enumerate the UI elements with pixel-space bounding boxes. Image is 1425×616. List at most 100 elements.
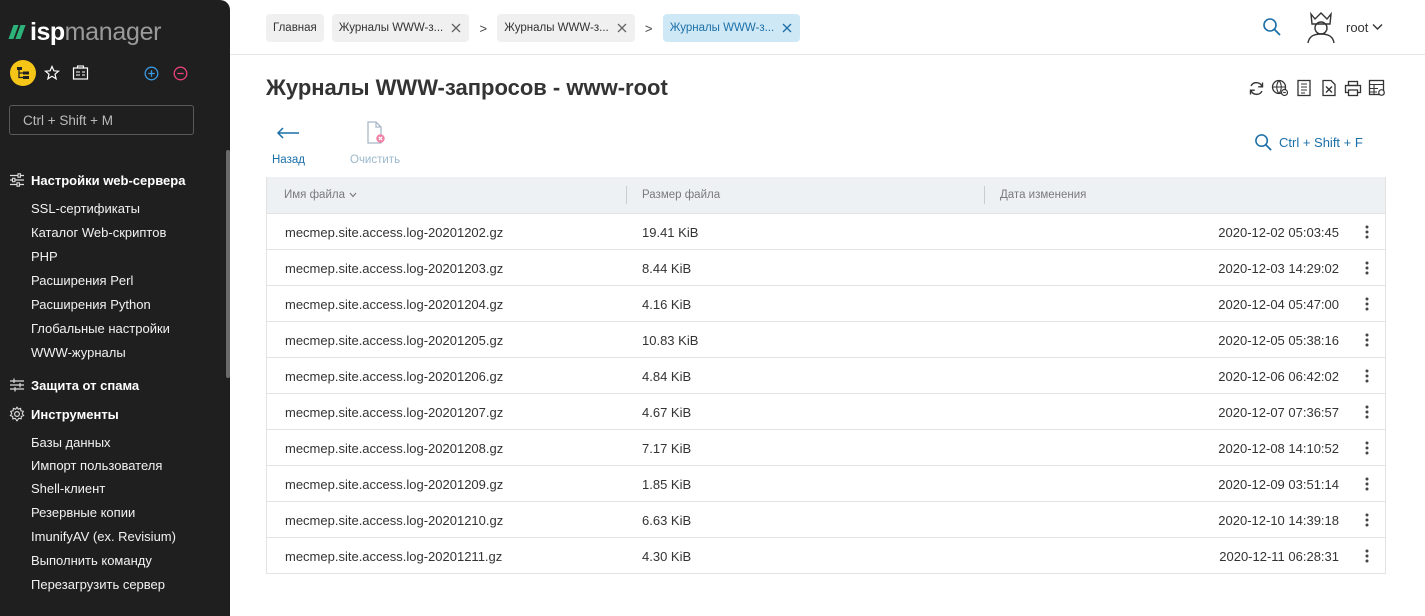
user-name: root	[1346, 19, 1369, 35]
sidebar-item-global-settings[interactable]: Глобальные настройки	[0, 317, 226, 341]
table-row[interactable]: mecmep.site.access.log-20201203.gz 8.44 …	[267, 249, 1385, 285]
file-name: mecmep.site.access.log-20201204.gz	[285, 296, 504, 312]
sidebar-item-run-command[interactable]: Выполнить команду	[0, 549, 226, 573]
star-icon	[44, 65, 60, 81]
table-row[interactable]: mecmep.site.access.log-20201210.gz 6.63 …	[267, 501, 1385, 537]
sidebar-item-perl-extensions[interactable]: Расширения Perl	[0, 269, 226, 293]
menu-search-input[interactable]: Ctrl + Shift + M	[9, 105, 194, 135]
logo-mark-icon	[8, 25, 26, 39]
table-row[interactable]: mecmep.site.access.log-20201209.gz 1.85 …	[267, 465, 1385, 501]
row-menu-icon[interactable]	[1359, 286, 1375, 322]
collapse-all-button[interactable]	[171, 64, 189, 82]
sidebar-item-python-extensions[interactable]: Расширения Python	[0, 293, 226, 317]
breadcrumb-label: Главная	[273, 22, 317, 34]
column-header-date[interactable]: Дата изменения	[1000, 177, 1086, 213]
close-icon[interactable]	[616, 22, 628, 34]
file-size: 8.44 KiB	[642, 260, 692, 276]
file-name: mecmep.site.access.log-20201202.gz	[285, 224, 504, 240]
table-row[interactable]: mecmep.site.access.log-20201205.gz 10.83…	[267, 321, 1385, 357]
logo[interactable]: isp manager	[8, 18, 162, 46]
menu-search-placeholder: Ctrl + Shift + M	[23, 112, 114, 128]
row-menu-icon[interactable]	[1359, 394, 1375, 430]
row-menu-icon[interactable]	[1359, 358, 1375, 394]
menu-group-web-server[interactable]: Настройки web-сервера	[0, 168, 226, 192]
sidebar-item-reboot-server[interactable]: Перезагрузить сервер	[0, 573, 226, 597]
filter-button[interactable]: Ctrl + Shift + F	[1254, 131, 1363, 153]
column-header-size[interactable]: Размер файла	[642, 177, 720, 213]
top-bar: Главная Журналы WWW-з... > Журналы WWW-з…	[230, 0, 1425, 55]
log-icon	[1297, 79, 1312, 97]
global-search-button[interactable]	[1262, 17, 1284, 39]
row-menu-icon[interactable]	[1359, 214, 1375, 250]
dashboard-button[interactable]	[71, 64, 89, 82]
breadcrumb-label: Журналы WWW-з...	[338, 22, 444, 34]
row-menu-icon[interactable]	[1359, 502, 1375, 538]
minus-circle-icon	[173, 66, 187, 80]
table-row[interactable]: mecmep.site.access.log-20201211.gz 4.30 …	[267, 537, 1385, 573]
breadcrumb-separator: >	[479, 20, 488, 36]
expand-all-button[interactable]	[142, 64, 160, 82]
chevron-down-icon	[1372, 24, 1383, 30]
sidebar-item-backups[interactable]: Резервные копии	[0, 501, 226, 525]
breadcrumb-home[interactable]: Главная	[266, 14, 324, 42]
sidebar-scrollbar[interactable]	[226, 150, 230, 378]
table-row[interactable]: mecmep.site.access.log-20201206.gz 4.84 …	[267, 357, 1385, 393]
breadcrumb-tab-2[interactable]: Журналы WWW-з...	[497, 14, 635, 42]
sidebar-item-php[interactable]: PHP	[0, 245, 226, 269]
clear-button[interactable]: Очистить	[350, 120, 400, 166]
breadcrumb-label: Журналы WWW-з...	[669, 22, 775, 34]
file-size: 19.41 KiB	[642, 224, 699, 240]
sidebar-item-databases[interactable]: Базы данных	[0, 431, 226, 454]
close-icon[interactable]	[781, 22, 793, 34]
log-button[interactable]	[1294, 78, 1314, 98]
row-menu-icon[interactable]	[1359, 322, 1375, 358]
table-header: Имя файла Размер файла Дата изменения	[267, 177, 1385, 213]
file-name: mecmep.site.access.log-20201210.gz	[285, 512, 504, 528]
sidebar-item-www-logs[interactable]: WWW-журналы	[0, 341, 226, 365]
menu-group-label: Настройки web-сервера	[31, 172, 186, 188]
table-row[interactable]: mecmep.site.access.log-20201204.gz 4.16 …	[267, 285, 1385, 321]
file-name: mecmep.site.access.log-20201208.gz	[285, 440, 504, 456]
column-divider[interactable]	[626, 186, 627, 204]
row-menu-icon[interactable]	[1359, 430, 1375, 466]
favorites-button[interactable]	[43, 64, 61, 82]
file-modified-date: 2020-12-07 07:36:57	[1218, 404, 1339, 420]
avatar	[1307, 11, 1335, 44]
print-button[interactable]	[1343, 78, 1363, 98]
sidebar-item-web-scripts[interactable]: Каталог Web-скриптов	[0, 221, 226, 245]
sidebar: isp manager Ctrl + Shift + M Настройки w…	[0, 0, 230, 616]
table-row[interactable]: mecmep.site.access.log-20201202.gz 19.41…	[267, 213, 1385, 249]
breadcrumb-separator: >	[644, 20, 653, 36]
row-menu-icon[interactable]	[1359, 250, 1375, 286]
menu-group-spam-protection[interactable]: Защита от спама	[0, 373, 226, 397]
plus-circle-icon	[144, 66, 158, 80]
table-settings-button[interactable]	[1367, 78, 1387, 98]
column-divider[interactable]	[984, 186, 985, 204]
file-modified-date: 2020-12-09 03:51:14	[1218, 476, 1339, 492]
menu-tree-button[interactable]	[10, 60, 36, 86]
back-button[interactable]: Назад	[272, 120, 305, 166]
user-menu[interactable]: root	[1304, 9, 1383, 45]
table-row[interactable]: mecmep.site.access.log-20201208.gz 7.17 …	[267, 429, 1385, 465]
table-row[interactable]: mecmep.site.access.log-20201207.gz 4.67 …	[267, 393, 1385, 429]
arrow-left-icon	[273, 120, 303, 146]
refresh-button[interactable]	[1246, 78, 1266, 98]
row-menu-icon[interactable]	[1359, 466, 1375, 502]
file-modified-date: 2020-12-04 05:47:00	[1218, 296, 1339, 312]
column-header-name[interactable]: Имя файла	[284, 177, 357, 213]
web-button[interactable]	[1270, 78, 1290, 98]
close-icon[interactable]	[450, 22, 462, 34]
sidebar-item-imunifyav[interactable]: ImunifyAV (ex. Revisium)	[0, 525, 226, 549]
web-icon	[1272, 79, 1289, 97]
search-icon	[1263, 18, 1281, 36]
menu-group-tools[interactable]: Инструменты	[0, 402, 226, 426]
breadcrumb-tab-1[interactable]: Журналы WWW-з...	[331, 14, 470, 42]
export-excel-button[interactable]	[1319, 78, 1339, 98]
sidebar-item-shell-client[interactable]: Shell-клиент	[0, 477, 226, 501]
breadcrumb-tab-active[interactable]: Журналы WWW-з...	[662, 14, 801, 42]
sidebar-item-ssl-certificates[interactable]: SSL-сертификаты	[0, 197, 226, 221]
file-modified-date: 2020-12-03 14:29:02	[1218, 260, 1339, 276]
sidebar-item-user-import[interactable]: Импорт пользователя	[0, 454, 226, 477]
row-menu-icon[interactable]	[1359, 538, 1375, 574]
menu-group-label: Защита от спама	[31, 377, 140, 393]
